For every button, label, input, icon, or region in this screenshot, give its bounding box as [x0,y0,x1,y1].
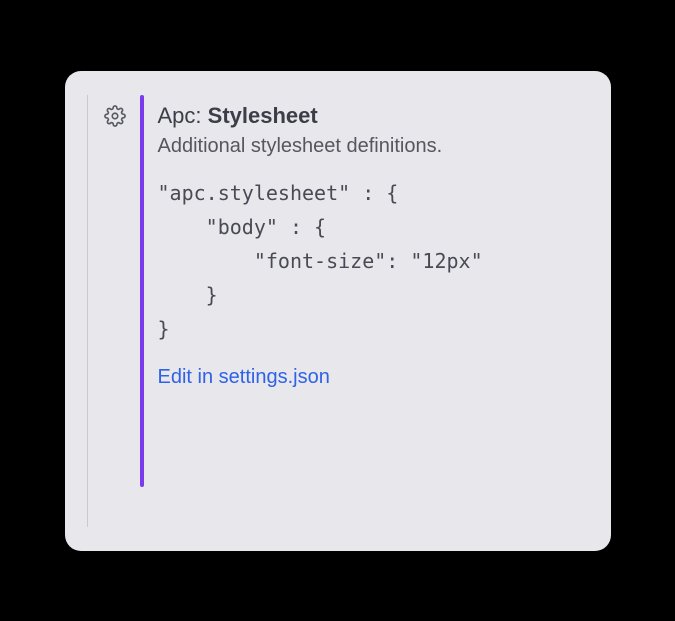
settings-card: Apc: Stylesheet Additional stylesheet de… [65,71,611,551]
gear-icon[interactable] [104,105,126,127]
left-divider [87,95,88,527]
accent-bar [140,95,144,487]
gear-column [104,95,126,527]
edit-in-settings-link[interactable]: Edit in settings.json [158,366,330,388]
setting-title-name: Stylesheet [208,103,318,128]
setting-title-prefix: Apc: [158,103,202,128]
content-row: Apc: Stylesheet Additional stylesheet de… [87,95,589,527]
setting-code: "apc.stylesheet" : { "body" : { "font-si… [158,176,589,346]
setting-title: Apc: Stylesheet [158,103,589,129]
main-column: Apc: Stylesheet Additional stylesheet de… [158,95,589,527]
setting-description: Additional stylesheet definitions. [158,135,589,158]
